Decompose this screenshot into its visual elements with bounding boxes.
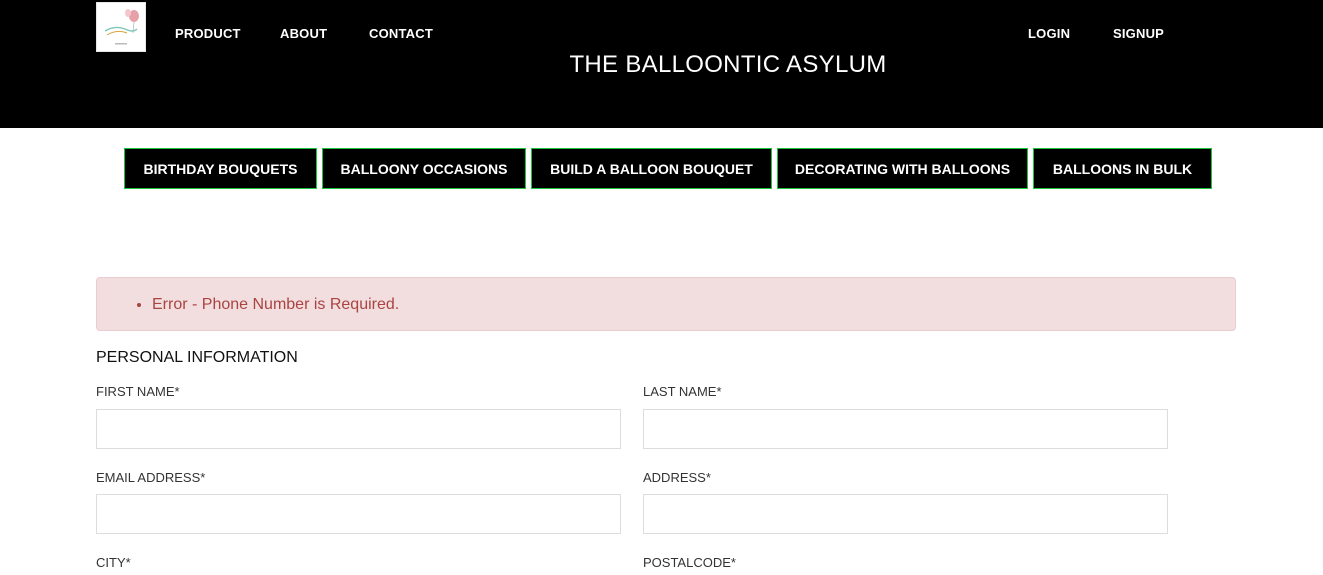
nav-contact-link[interactable]: CONTACT [369,26,433,41]
email-input[interactable] [96,494,621,534]
error-message: Error - Phone Number is Required. [152,278,1235,332]
first-name-label: FIRST NAME* [96,384,180,399]
nav-login-link[interactable]: LOGIN [1028,26,1070,41]
nav-signup-link[interactable]: SIGNUP [1113,26,1164,41]
last-name-input[interactable] [643,409,1168,449]
category-balloony-occasions-button[interactable]: BALLOONY OCCASIONS [322,148,526,189]
nav-product-link[interactable]: PRODUCT [175,26,241,41]
address-label: ADDRESS* [643,470,711,485]
nav-about-link[interactable]: ABOUT [280,26,327,41]
site-title: THE BALLOONTIC ASYLUM [569,51,887,78]
category-birthday-bouquets-button[interactable]: BIRTHDAY BOUQUETS [124,148,317,189]
site-logo[interactable] [96,2,146,52]
category-build-bouquet-button[interactable]: BUILD A BALLOON BOUQUET [531,148,772,189]
personal-info-heading: PERSONAL INFORMATION [96,349,298,366]
last-name-label: LAST NAME* [643,384,722,399]
postalcode-label: POSTALCODE* [643,555,736,570]
balloon-logo-icon [97,3,145,51]
error-list: Error - Phone Number is Required. [97,278,1235,332]
category-decorating-button[interactable]: DECORATING WITH BALLOONS [777,148,1028,189]
address-input[interactable] [643,494,1168,534]
email-label: EMAIL ADDRESS* [96,470,206,485]
site-header: PRODUCT ABOUT CONTACT LOGIN SIGNUP THE B… [0,0,1323,128]
error-alert: Error - Phone Number is Required. [96,277,1236,331]
category-bulk-button[interactable]: BALLOONS IN BULK [1033,148,1212,189]
city-label: CITY* [96,555,131,570]
first-name-input[interactable] [96,409,621,449]
